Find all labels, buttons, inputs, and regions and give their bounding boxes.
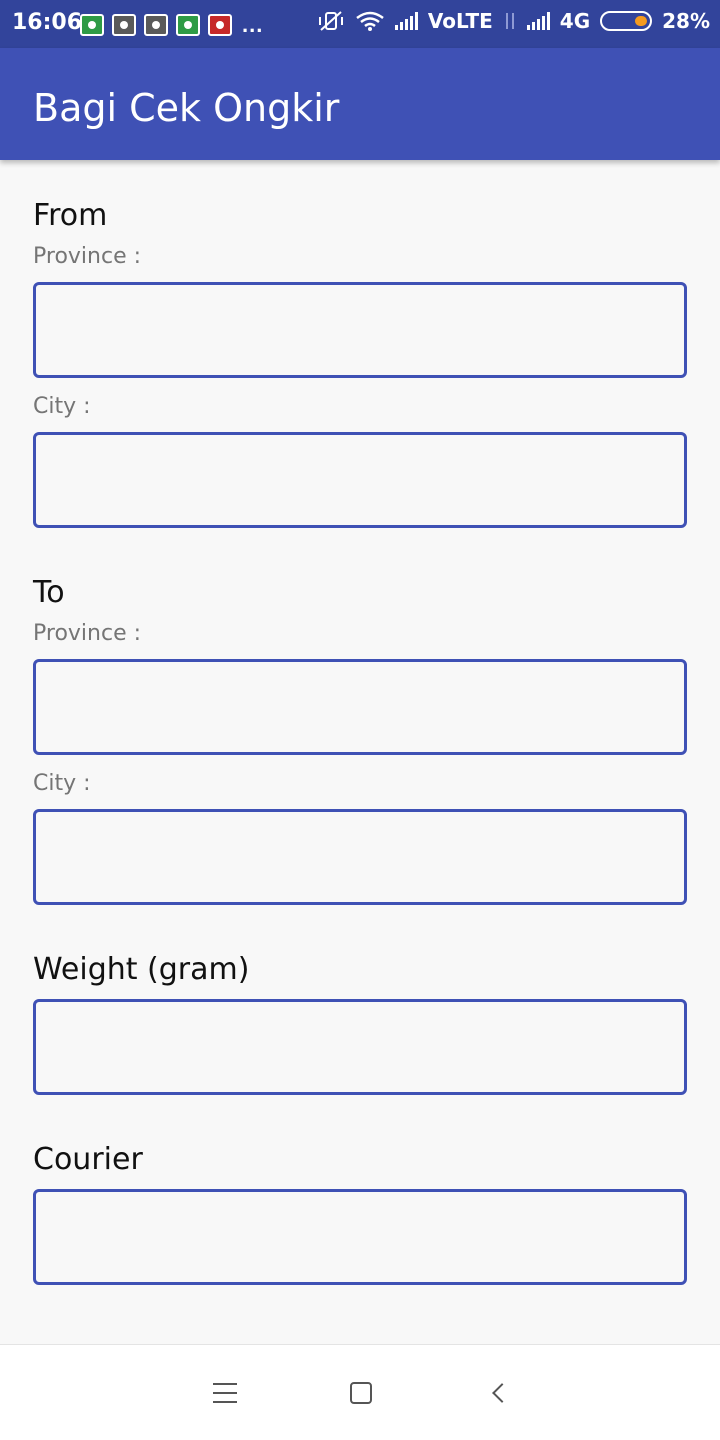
menu-icon [213, 1383, 237, 1403]
camera-icon [144, 14, 168, 36]
from-city-label: City : [33, 394, 91, 419]
data-transfer-icon [505, 13, 514, 29]
data-label: 4G [559, 9, 591, 33]
weight-field[interactable] [33, 999, 687, 1095]
to-province-label: Province : [33, 621, 142, 646]
back-icon [492, 1383, 512, 1403]
wifi-icon [356, 11, 384, 31]
android-icon [176, 14, 200, 36]
more-notifications-icon: ... [242, 12, 264, 37]
navigation-bar [0, 1344, 720, 1440]
courier-field[interactable] [33, 1189, 687, 1285]
signal-icon [394, 12, 418, 30]
status-time: 16:06 [12, 10, 83, 35]
to-province-field[interactable] [33, 659, 687, 755]
status-indicators: VoLTE 4G 28% [317, 9, 710, 33]
from-city-field[interactable] [33, 432, 687, 528]
signal-icon [526, 12, 550, 30]
camera-icon [112, 14, 136, 36]
app-icon [208, 14, 232, 36]
from-province-label: Province : [33, 244, 142, 269]
weight-heading: Weight (gram) [33, 952, 250, 987]
status-bar: 16:06 ... VoLTE 4G 28% [0, 0, 720, 48]
app-bar: Bagi Cek Ongkir [0, 48, 720, 160]
from-heading: From [33, 198, 108, 233]
network-label: VoLTE [427, 9, 493, 33]
whatsapp-icon [80, 14, 104, 36]
vibrate-off-icon [318, 11, 343, 31]
to-city-label: City : [33, 771, 91, 796]
battery-icon [600, 11, 653, 31]
to-heading: To [33, 575, 65, 610]
home-button[interactable] [341, 1373, 381, 1413]
courier-heading: Courier [33, 1142, 143, 1177]
notification-icons: ... [80, 12, 263, 38]
back-button[interactable] [479, 1373, 519, 1413]
home-icon [350, 1382, 372, 1404]
from-province-field[interactable] [33, 282, 687, 378]
to-city-field[interactable] [33, 809, 687, 905]
menu-button[interactable] [205, 1373, 245, 1413]
battery-percent: 28% [662, 9, 710, 33]
app-title: Bagi Cek Ongkir [33, 86, 340, 130]
